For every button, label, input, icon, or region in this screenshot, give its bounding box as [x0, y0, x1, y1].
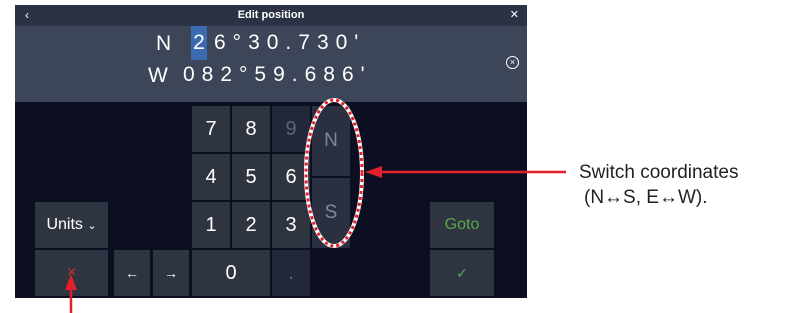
callout-arrowhead — [365, 166, 382, 178]
units-arrowhead — [65, 274, 77, 290]
callout-line-1: Switch coordinates — [579, 162, 739, 183]
callout-line-2: (N↔S, E↔W). — [584, 187, 708, 208]
annotation-overlay — [65, 98, 566, 313]
